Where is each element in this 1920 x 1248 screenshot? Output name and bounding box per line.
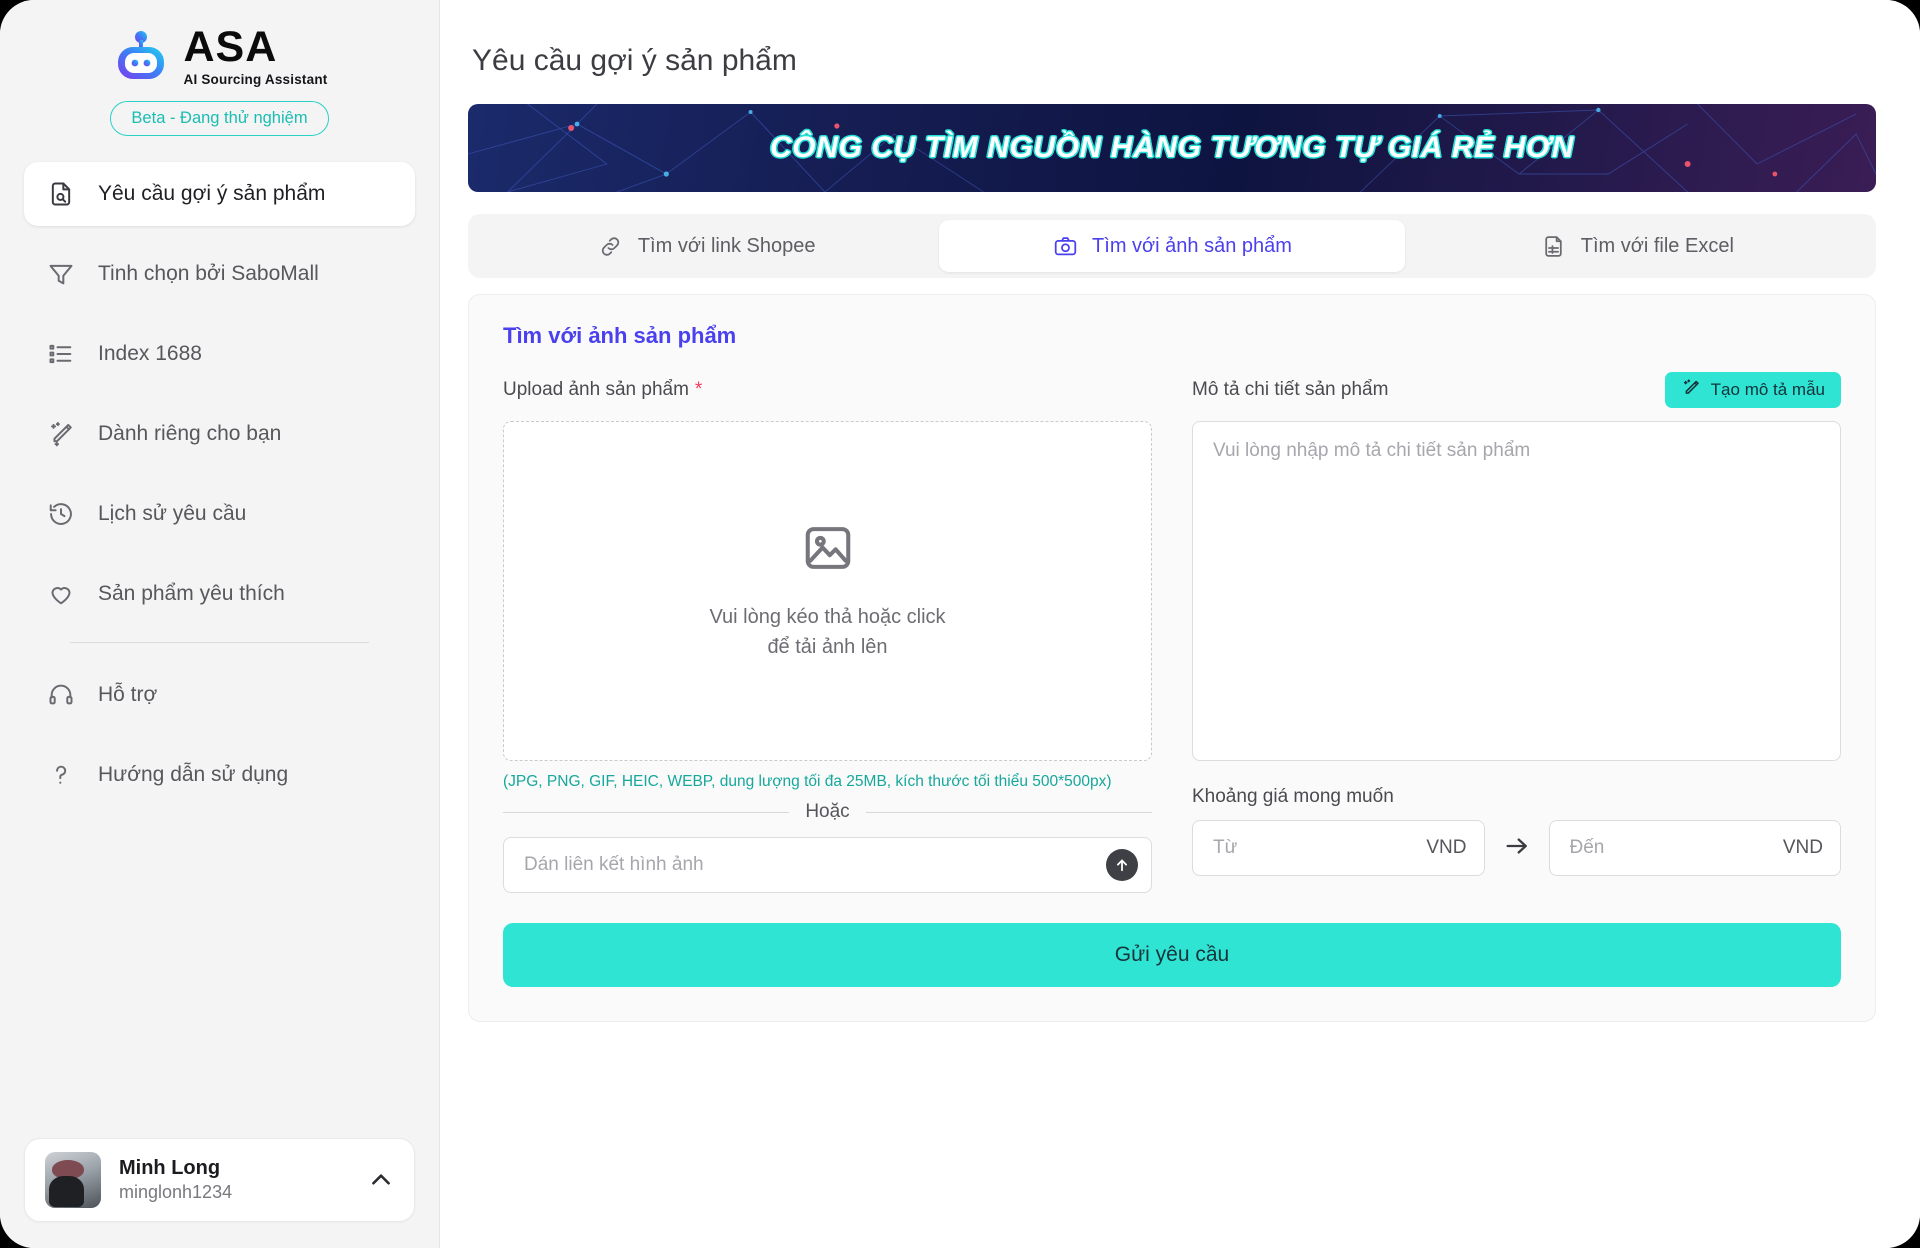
- upload-label-text: Upload ảnh sản phẩm: [503, 379, 689, 400]
- arrow-right-icon: [1503, 832, 1531, 865]
- question-mark-icon: [46, 760, 76, 790]
- user-name: Minh Long: [119, 1157, 221, 1179]
- image-dropzone[interactable]: Vui lòng kéo thả hoặc click để tải ảnh l…: [503, 421, 1152, 761]
- avatar: [45, 1152, 101, 1208]
- sidebar-item-yeu-cau-goi-y-san-pham[interactable]: Yêu cầu gợi ý sản phẩm: [24, 162, 415, 226]
- price-from-box: VND: [1192, 820, 1485, 876]
- sidebar-item-label: Lịch sử yêu cầu: [98, 502, 247, 525]
- price-to-input[interactable]: [1548, 820, 1841, 876]
- or-divider-label: Hoặc: [805, 801, 850, 822]
- image-placeholder-icon: [801, 521, 855, 580]
- price-from-input[interactable]: [1192, 820, 1485, 876]
- or-divider: Hoặc: [503, 801, 1152, 823]
- sidebar-item-huong-dan-su-dung[interactable]: Hướng dẫn sử dụng: [24, 743, 415, 807]
- description-column: Mô tả chi tiết sản phẩm Tạo mô tả mẫu Kh…: [1192, 371, 1841, 893]
- page-title: Yêu cầu gợi ý sản phẩm: [472, 44, 797, 77]
- banner-title: CÔNG CỤ TÌM NGUỒN HÀNG TƯƠNG TỰ GIÁ RẺ H…: [770, 131, 1574, 164]
- sidebar-item-ho-tro[interactable]: Hỗ trợ: [24, 663, 415, 727]
- panel-title: Tìm với ảnh sản phẩm: [503, 323, 737, 348]
- camera-icon: [1052, 233, 1078, 259]
- list-icon: [46, 339, 76, 369]
- submit-request-button[interactable]: Gửi yêu cầu: [503, 923, 1841, 987]
- robot-icon: [112, 28, 170, 86]
- sidebar-item-label: Yêu cầu gợi ý sản phẩm: [98, 182, 326, 205]
- magic-wand-icon: [46, 419, 76, 449]
- description-textarea[interactable]: [1192, 421, 1841, 761]
- sidebar-item-label: Hỗ trợ: [98, 683, 158, 706]
- sidebar-item-label: Dành riêng cho bạn: [98, 422, 282, 445]
- sidebar-item-lich-su-yeu-cau[interactable]: Lịch sử yêu cầu: [24, 482, 415, 546]
- price-to-box: VND: [1548, 820, 1841, 876]
- price-range-row: VND VND: [1192, 820, 1841, 876]
- user-profile-card[interactable]: Minh Long minglonh1234: [24, 1138, 415, 1222]
- app-window: ASA AI Sourcing Assistant Beta - Đang th…: [0, 0, 1920, 1248]
- sidebar-nav: Yêu cầu gợi ý sản phẩm Tinh chọn bởi Sab…: [0, 162, 439, 823]
- sidebar-item-index-1688[interactable]: Index 1688: [24, 322, 415, 386]
- user-handle: minglonh1234: [119, 1182, 233, 1202]
- tab-tim-voi-link-shopee[interactable]: Tìm với link Shopee: [474, 220, 939, 272]
- main-content: Yêu cầu gợi ý sản phẩm CÔNG CỤ TÌM NGUỒN…: [440, 0, 1920, 1248]
- search-mode-tabs: Tìm với link Shopee Tìm với ảnh sản phẩm…: [468, 214, 1876, 278]
- sidebar-item-label: Sản phẩm yêu thích: [98, 582, 285, 605]
- heart-icon: [46, 579, 76, 609]
- chevron-up-icon[interactable]: [368, 1167, 394, 1193]
- sidebar: ASA AI Sourcing Assistant Beta - Đang th…: [0, 0, 440, 1248]
- search-form-panel: Tìm với ảnh sản phẩm Upload ảnh sản phẩm…: [468, 294, 1876, 1022]
- image-link-row: [503, 837, 1152, 893]
- sidebar-item-danh-rieng-cho-ban[interactable]: Dành riêng cho bạn: [24, 402, 415, 466]
- sidebar-item-label: Index 1688: [98, 342, 202, 365]
- link-icon: [598, 233, 624, 259]
- headphones-icon: [46, 680, 76, 710]
- dropzone-line-1: Vui lòng kéo thả hoặc click: [709, 605, 946, 628]
- price-range-label: Khoảng giá mong muốn: [1192, 786, 1394, 807]
- brand-subtitle: AI Sourcing Assistant: [183, 72, 328, 87]
- sidebar-divider: [70, 642, 369, 643]
- description-label: Mô tả chi tiết sản phẩm: [1192, 379, 1389, 400]
- arrow-up-circle-icon[interactable]: [1106, 849, 1138, 881]
- tab-label: Tìm với link Shopee: [637, 234, 816, 257]
- brand-name: ASA: [183, 23, 278, 71]
- csv-file-icon: [1541, 233, 1567, 259]
- tab-tim-voi-anh-san-pham[interactable]: Tìm với ảnh sản phẩm: [939, 220, 1405, 272]
- generate-button-label: Tạo mô tả mẫu: [1710, 380, 1825, 399]
- document-search-icon: [46, 179, 76, 209]
- image-link-input[interactable]: [503, 837, 1152, 893]
- tab-tim-voi-file-excel[interactable]: Tìm với file Excel: [1405, 220, 1870, 272]
- magic-wand-icon: [1681, 378, 1701, 403]
- sidebar-item-san-pham-yeu-thich[interactable]: Sản phẩm yêu thích: [24, 562, 415, 626]
- sidebar-item-label: Hướng dẫn sử dụng: [98, 763, 289, 786]
- brand-block: ASA AI Sourcing Assistant Beta - Đang th…: [0, 0, 439, 136]
- promo-banner: CÔNG CỤ TÌM NGUỒN HÀNG TƯƠNG TỰ GIÁ RẺ H…: [468, 104, 1876, 192]
- beta-badge: Beta - Đang thử nghiệm: [110, 101, 329, 136]
- generate-sample-description-button[interactable]: Tạo mô tả mẫu: [1664, 372, 1841, 408]
- upload-column: Upload ảnh sản phẩm * Vui lòng kéo thả h…: [503, 371, 1152, 893]
- dropzone-line-2: để tải ảnh lên: [767, 635, 888, 658]
- tab-label: Tìm với file Excel: [1580, 234, 1734, 257]
- upload-hint: (JPG, PNG, GIF, HEIC, WEBP, dung lượng t…: [503, 773, 1112, 790]
- upload-label: Upload ảnh sản phẩm *: [503, 379, 702, 401]
- sidebar-item-label: Tinh chọn bởi SaboMall: [98, 262, 319, 285]
- filter-funnel-icon: [46, 259, 76, 289]
- sidebar-item-tinh-chon-boi-sabomall[interactable]: Tinh chọn bởi SaboMall: [24, 242, 415, 306]
- tab-label: Tìm với ảnh sản phẩm: [1092, 234, 1292, 257]
- required-mark: *: [694, 379, 703, 400]
- history-clock-icon: [46, 499, 76, 529]
